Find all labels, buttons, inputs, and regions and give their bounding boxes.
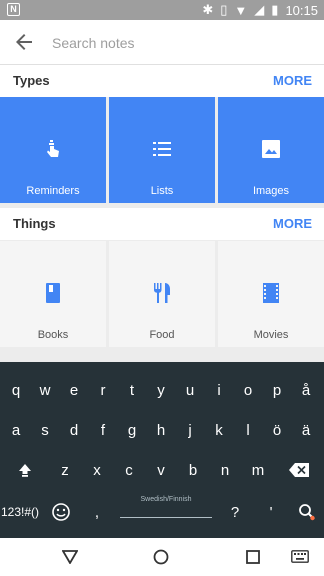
movies-label: Movies: [253, 329, 289, 341]
key[interactable]: f: [88, 410, 118, 450]
status-bar: N ✱ ▯ ▼ ◢ ▮ 10:15: [0, 0, 324, 20]
key[interactable]: t: [117, 370, 147, 410]
battery-icon: ▮: [271, 2, 279, 17]
vibrate-icon: ▯: [220, 2, 228, 17]
key[interactable]: r: [88, 370, 118, 410]
food-tile[interactable]: Food: [109, 241, 215, 347]
recents-square-icon[interactable]: [246, 550, 260, 564]
things-more-button[interactable]: MORE: [273, 216, 312, 231]
books-label: Books: [37, 329, 69, 341]
space-bar-line: [120, 517, 212, 518]
key[interactable]: q: [1, 370, 31, 410]
signal-icon: ◢: [254, 2, 265, 17]
navigation-bar: [0, 538, 324, 576]
back-arrow-icon[interactable]: [12, 30, 36, 54]
key[interactable]: d: [59, 410, 89, 450]
key[interactable]: e: [59, 370, 89, 410]
emoji-key[interactable]: [46, 492, 76, 532]
space-key[interactable]: Swedish/Finnish: [118, 492, 214, 532]
apostrophe-key[interactable]: ': [256, 492, 286, 532]
search-icon: [299, 504, 315, 521]
key[interactable]: v: [146, 450, 176, 490]
reminders-label: Reminders: [26, 185, 80, 197]
key[interactable]: z: [50, 450, 80, 490]
movies-tile[interactable]: Movies: [218, 241, 324, 347]
search-input[interactable]: [50, 31, 304, 55]
key[interactable]: b: [178, 450, 208, 490]
types-more-button[interactable]: MORE: [273, 73, 312, 88]
notification-app-icon: N: [7, 3, 20, 16]
key[interactable]: n: [210, 450, 240, 490]
space-key-label: Swedish/Finnish: [140, 496, 192, 503]
food-icon: [154, 283, 170, 303]
key[interactable]: h: [146, 410, 176, 450]
types-title: Types: [13, 73, 50, 88]
key[interactable]: u: [175, 370, 205, 410]
image-icon: [262, 140, 280, 158]
types-section-header: Types MORE: [0, 65, 324, 97]
key[interactable]: x: [82, 450, 112, 490]
wifi-icon: ▼: [234, 2, 248, 18]
food-label: Food: [149, 329, 175, 341]
books-tile[interactable]: Books: [0, 241, 106, 347]
search-key[interactable]: [292, 492, 322, 532]
comma-key[interactable]: ,: [82, 492, 112, 532]
things-section-header: Things MORE: [0, 208, 324, 240]
backspace-icon: [289, 463, 309, 477]
things-title: Things: [13, 216, 56, 231]
key[interactable]: å: [291, 370, 321, 410]
key[interactable]: j: [175, 410, 205, 450]
movie-icon: [263, 283, 279, 303]
book-icon: [46, 283, 60, 303]
key[interactable]: w: [30, 370, 60, 410]
key[interactable]: ä: [291, 410, 321, 450]
reminder-hand-icon: [47, 140, 59, 157]
key[interactable]: a: [1, 410, 31, 450]
key[interactable]: c: [114, 450, 144, 490]
home-circle-icon[interactable]: [153, 549, 169, 565]
key[interactable]: i: [204, 370, 234, 410]
search-toolbar: [0, 20, 324, 65]
on-screen-keyboard: q w e r t y u i o p å a s d f g h j k l …: [0, 362, 324, 538]
back-triangle-icon[interactable]: [62, 550, 78, 564]
key[interactable]: s: [30, 410, 60, 450]
shift-key[interactable]: [8, 450, 42, 490]
status-time: 10:15: [285, 2, 318, 18]
lists-label: Lists: [150, 185, 174, 197]
key[interactable]: m: [243, 450, 273, 490]
key[interactable]: p: [262, 370, 292, 410]
question-key[interactable]: ?: [220, 492, 250, 532]
backspace-key[interactable]: [282, 450, 316, 490]
key[interactable]: o: [233, 370, 263, 410]
images-label: Images: [252, 185, 290, 197]
key[interactable]: k: [204, 410, 234, 450]
emoji-icon: [52, 503, 70, 521]
list-icon: [153, 142, 171, 156]
shift-icon: [19, 464, 31, 477]
key[interactable]: g: [117, 410, 147, 450]
key[interactable]: y: [146, 370, 176, 410]
symbols-key[interactable]: 123!#(): [0, 492, 40, 532]
images-tile[interactable]: Images: [218, 97, 324, 203]
lists-tile[interactable]: Lists: [109, 97, 215, 203]
reminders-tile[interactable]: Reminders: [0, 97, 106, 203]
key[interactable]: l: [233, 410, 263, 450]
keyboard-switch-icon[interactable]: [291, 550, 309, 563]
key[interactable]: ö: [262, 410, 292, 450]
bluetooth-icon: ✱: [202, 2, 214, 17]
